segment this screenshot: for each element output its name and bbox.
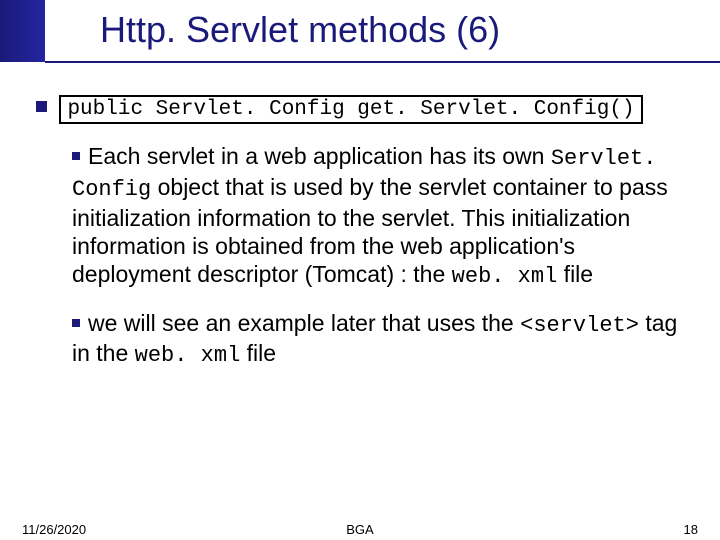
body-text: Each servlet in a web application has it…: [88, 143, 551, 169]
bullet-icon: [72, 152, 80, 160]
title-accent-block: [0, 0, 45, 62]
body-text: file: [240, 340, 276, 366]
footer-page-number: 18: [684, 522, 698, 537]
footer-author: BGA: [0, 522, 720, 537]
list-item: Each servlet in a web application has it…: [72, 142, 688, 291]
method-signature-code: public Servlet. Config get. Servlet. Con…: [59, 95, 642, 124]
inline-code: web. xml: [135, 343, 241, 368]
slide-title: Http. Servlet methods (6): [100, 9, 500, 51]
body-text: we will see an example later that uses t…: [88, 310, 520, 336]
inline-code: <servlet>: [520, 313, 639, 338]
body-text: file: [557, 261, 593, 287]
title-bar: Http. Servlet methods (6): [0, 0, 720, 62]
bullet-icon: [36, 101, 47, 112]
list-item: we will see an example later that uses t…: [72, 309, 688, 371]
inline-code: web. xml: [452, 264, 558, 289]
content-area: Each servlet in a web application has it…: [72, 142, 688, 388]
bullet-icon: [72, 319, 80, 327]
method-signature-row: public Servlet. Config get. Servlet. Con…: [36, 95, 643, 124]
title-underline: [45, 61, 720, 63]
